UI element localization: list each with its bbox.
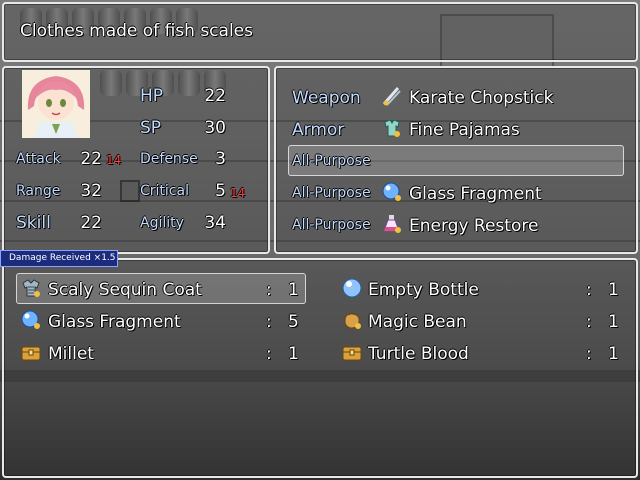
skill-label: Skill [16,213,51,233]
item-name[interactable]: Millet [48,344,94,364]
item-colon: : [266,344,272,364]
critical-value: 5 [215,181,226,201]
glass-orb-icon [381,181,403,203]
agility-value: 34 [204,213,226,233]
item-name[interactable]: Glass Fragment [48,312,181,332]
chest-icon [20,341,42,363]
item-name[interactable]: Scaly Sequin Coat [48,280,202,300]
sp-label: SP [140,118,162,138]
sp-value: 30 [204,118,226,138]
bubble-icon [341,277,363,299]
equip-slot-armor[interactable]: Armor [292,120,344,140]
attack-label: Attack [16,151,61,167]
equip-item-accessory-3: Energy Restore [409,216,539,236]
equip-slot-accessory-3[interactable]: All-Purpose [292,217,371,233]
item-colon: : [586,280,592,300]
help-text: Clothes made of fish scales [20,21,253,41]
attack-value: 22 [80,149,102,169]
critical-label: Critical [140,183,189,199]
hp-label: HP [140,86,164,106]
damage-received-tag: Damage Received ×1.5 [0,250,118,267]
item-count: 1 [288,280,299,300]
agility-label: Agility [140,215,184,231]
item-colon: : [586,344,592,364]
item-name[interactable]: Magic Bean [368,312,467,332]
item-count: 1 [288,344,299,364]
equip-slot-accessory-2[interactable]: All-Purpose [292,185,371,201]
potion-icon [381,213,403,235]
item-count: 1 [608,344,619,364]
hp-value: 22 [204,86,226,106]
skill-value: 22 [80,213,102,233]
equip-slot-weapon[interactable]: Weapon [292,88,361,108]
chest-icon [341,341,363,363]
equip-item-armor: Fine Pajamas [409,120,520,140]
range-label: Range [16,183,61,199]
item-count: 1 [608,312,619,332]
critical-bonus: 14 [230,186,246,200]
character-portrait [22,70,90,138]
pajamas-icon [381,117,403,139]
item-count: 5 [288,312,299,332]
equip-item-accessory-2: Glass Fragment [409,184,542,204]
item-name[interactable]: Empty Bottle [368,280,479,300]
item-name[interactable]: Turtle Blood [368,344,469,364]
item-colon: : [266,312,272,332]
item-colon: : [586,312,592,332]
equip-item-weapon: Karate Chopstick [409,88,554,108]
item-colon: : [266,280,272,300]
coat-icon [20,277,42,299]
range-value: 32 [80,181,102,201]
equip-slot-accessory-1[interactable]: All-Purpose [292,153,371,169]
bean-bag-icon [341,309,363,331]
attack-bonus: 14 [106,153,122,167]
item-count: 1 [608,280,619,300]
chopstick-icon [381,85,403,107]
glass-orb-icon [20,309,42,331]
defense-value: 3 [215,149,226,169]
